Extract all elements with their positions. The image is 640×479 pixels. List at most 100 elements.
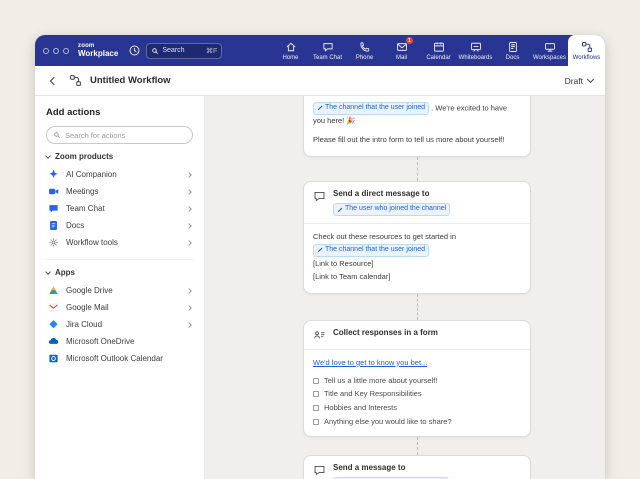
nav-item-workflows[interactable]: Workflows [568, 35, 605, 66]
sidebar-item-jira-cloud[interactable]: Jira Cloud [46, 316, 193, 333]
nav-item-workspaces[interactable]: Workspaces [531, 35, 568, 66]
search-icon [53, 131, 61, 139]
sidebar-divider [46, 259, 193, 260]
chevron-down-icon [587, 75, 594, 82]
sidebar-item-google-mail[interactable]: Google Mail [46, 299, 193, 316]
card-body: We'd love to get to know you bet... Tell… [304, 350, 530, 436]
workflow-card-message-preview[interactable]: The channel that the user joined . We're… [303, 96, 531, 157]
section-label: Zoom products [55, 152, 113, 161]
actions-search[interactable] [46, 126, 193, 144]
chevron-right-icon [186, 288, 192, 294]
sidebar-item-microsoft-onedrive[interactable]: Microsoft OneDrive [46, 333, 193, 350]
primary-nav: Home Team Chat Phone 1 Mail [272, 35, 605, 66]
chip-label: The channel that the user joined [325, 104, 425, 113]
main-area: Add actions Zoom products AI Companion [35, 96, 605, 479]
item-label: Google Mail [66, 303, 109, 312]
message-text: [Link to Team calendar] [313, 271, 521, 283]
caret-down-icon [45, 269, 51, 275]
onedrive-icon [48, 336, 59, 347]
sidebar-item-docs[interactable]: Docs [46, 217, 193, 234]
nav-item-whiteboards[interactable]: Whiteboards [457, 35, 494, 66]
variable-chip[interactable]: The user who joined the channel [333, 203, 450, 216]
workflow-card-send-direct-message[interactable]: Send a direct message to The user who jo… [303, 181, 531, 294]
checkbox-icon [313, 405, 319, 411]
checkbox-icon [313, 378, 319, 384]
section-zoom-products[interactable]: Zoom products [46, 152, 193, 161]
gmail-icon [48, 302, 59, 313]
item-label: Microsoft OneDrive [66, 337, 134, 346]
chip-label: The user who joined the channel [345, 205, 446, 214]
workflow-icon [69, 74, 82, 87]
chat-bubble-icon [313, 190, 326, 203]
nav-item-phone[interactable]: Phone [346, 35, 383, 66]
message-line: The channel that the user joined . We're… [313, 102, 521, 127]
item-label: Docs [66, 221, 84, 230]
chip-label: The channel that the user joined [325, 246, 425, 255]
search-shortcut: ⌘F [206, 47, 217, 55]
window-minimize-button[interactable] [53, 48, 59, 54]
whiteboard-icon [470, 41, 482, 53]
outlook-calendar-icon [48, 353, 59, 364]
variable-chip[interactable]: The channel that the user joined [313, 102, 429, 115]
sidebar-item-ai-companion[interactable]: AI Companion [46, 166, 193, 183]
sidebar-item-google-drive[interactable]: Google Drive [46, 282, 193, 299]
global-search[interactable]: Search ⌘F [146, 43, 222, 59]
checkbox-icon [313, 391, 319, 397]
nav-item-docs[interactable]: Docs [494, 35, 531, 66]
form-question: Tell us a little more about yourself! [313, 376, 521, 386]
chevron-right-icon [186, 172, 192, 178]
card-header: Collect responses in a form [304, 321, 530, 349]
variable-chip[interactable]: The channel that the user joined [313, 244, 429, 257]
mail-badge: 1 [406, 37, 413, 44]
workflow-header: Untitled Workflow Draft [35, 66, 605, 96]
question-label: Title and Key Responsibilities [324, 389, 422, 399]
form-question: Hobbies and Interests [313, 403, 521, 413]
workflows-icon [581, 41, 593, 53]
home-icon [285, 41, 297, 53]
nav-item-mail[interactable]: 1 Mail [383, 35, 420, 66]
sidebar-item-team-chat[interactable]: Team Chat [46, 200, 193, 217]
window-close-button[interactable] [43, 48, 49, 54]
chevron-right-icon [186, 223, 192, 229]
actions-sidebar: Add actions Zoom products AI Companion [35, 96, 205, 479]
sidebar-item-meetings[interactable]: Meetings [46, 183, 193, 200]
sidebar-item-microsoft-outlook-calendar[interactable]: Microsoft Outlook Calendar [46, 350, 193, 367]
window-controls [43, 48, 69, 54]
gear-icon [48, 237, 59, 248]
flow-connector [417, 157, 418, 181]
form-title-link[interactable]: We'd love to get to know you bet... [313, 357, 427, 369]
section-apps[interactable]: Apps [46, 268, 193, 277]
chevron-right-icon [186, 206, 192, 212]
pencil-icon [317, 247, 323, 253]
history-icon[interactable] [128, 44, 141, 57]
nav-label: Whiteboards [459, 55, 493, 61]
question-label: Hobbies and Interests [324, 403, 397, 413]
window-zoom-button[interactable] [63, 48, 69, 54]
calendar-icon [433, 41, 445, 53]
card-title: Send a direct message to [333, 189, 429, 199]
nav-item-calendar[interactable]: Calendar [420, 35, 457, 66]
item-label: Meetings [66, 187, 98, 196]
card-title: Collect responses in a form [333, 328, 438, 338]
draft-status-dropdown[interactable]: Draft [565, 76, 593, 86]
section-label: Apps [55, 268, 75, 277]
checkbox-icon [313, 419, 319, 425]
question-label: Tell us a little more about yourself! [324, 376, 437, 386]
card-title: Send a message to [333, 463, 405, 473]
chevron-right-icon [186, 189, 192, 195]
draft-status-label: Draft [565, 76, 583, 86]
workflow-card-collect-responses[interactable]: Collect responses in a form We'd love to… [303, 320, 531, 437]
pencil-icon [337, 207, 343, 213]
top-navbar: zoom Workplace Search ⌘F Home Team Ch [35, 35, 605, 66]
workflow-canvas[interactable]: The channel that the user joined . We're… [205, 96, 605, 479]
workflow-title: Untitled Workflow [90, 75, 171, 86]
nav-item-team-chat[interactable]: Team Chat [309, 35, 346, 66]
actions-search-input[interactable] [65, 131, 186, 140]
nav-item-home[interactable]: Home [272, 35, 309, 66]
logo-workplace-text: Workplace [78, 50, 118, 58]
sidebar-item-workflow-tools[interactable]: Workflow tools [46, 234, 193, 251]
workflow-card-send-message[interactable]: Send a message to The channel that the u… [303, 455, 531, 479]
docs-icon [507, 41, 519, 53]
card-header-content: Send a direct message to The user who jo… [333, 189, 450, 216]
back-button[interactable] [47, 74, 61, 88]
